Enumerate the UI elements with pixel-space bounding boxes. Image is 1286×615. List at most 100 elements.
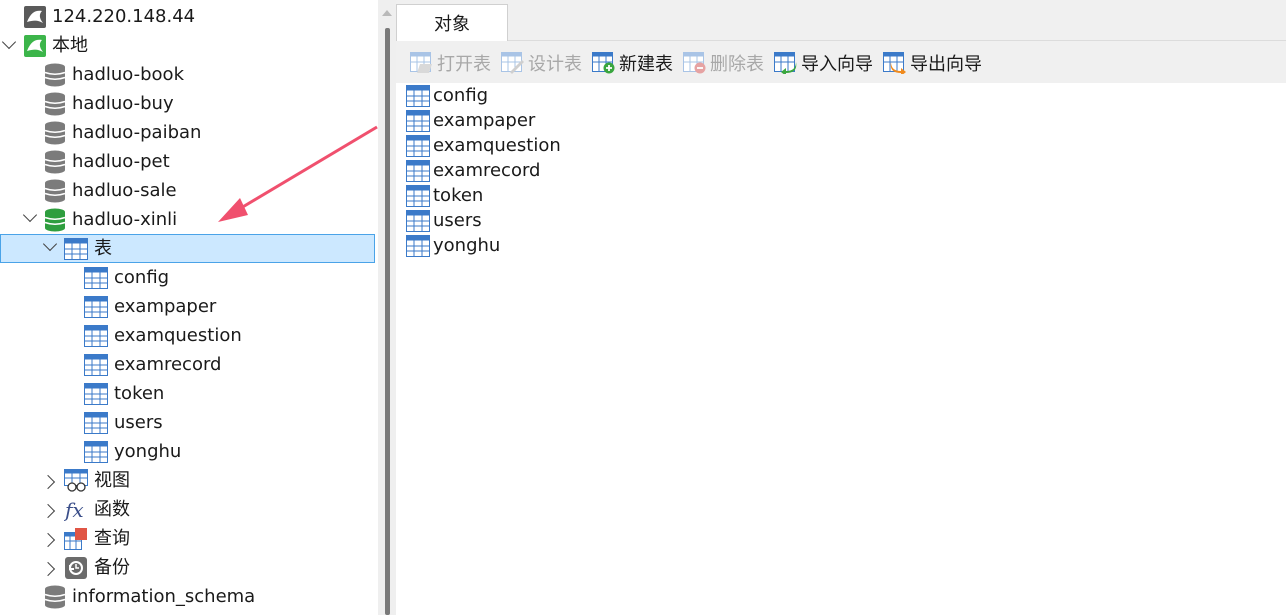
object-list-item[interactable]: token xyxy=(406,183,483,208)
tree-item-backups[interactable]: 备份 xyxy=(64,553,130,582)
chevron-down-icon[interactable] xyxy=(1,34,17,50)
object-label: config xyxy=(433,85,489,106)
tab-label: 对象 xyxy=(434,14,470,35)
tree-item-table[interactable]: examrecord xyxy=(84,350,221,379)
tree-item-label: 表 xyxy=(94,238,112,259)
chevron-right-icon[interactable] xyxy=(40,561,56,577)
database-icon xyxy=(44,150,66,174)
tree-item-database[interactable]: hadluo-paiban xyxy=(44,118,201,147)
object-list-item[interactable]: examquestion xyxy=(406,133,561,158)
table-icon xyxy=(84,382,108,405)
database-icon xyxy=(44,121,66,145)
tree-item-table[interactable]: config xyxy=(84,263,169,292)
database-icon xyxy=(44,208,66,232)
table-icon xyxy=(406,234,430,257)
button-label: 打开表 xyxy=(437,54,491,75)
tree-item-table[interactable]: examquestion xyxy=(84,321,242,350)
button-label: 设计表 xyxy=(528,54,582,75)
tree-item-label: hadluo-buy xyxy=(72,93,174,114)
table-icon xyxy=(84,440,108,463)
tree-item-label: 本地 xyxy=(52,35,88,56)
object-pane: 对象 打开表 设计表 新建表 删除表 导入向导 导出向导 config exam… xyxy=(396,0,1286,615)
object-list-item[interactable]: exampaper xyxy=(406,108,535,133)
import-wizard-button[interactable]: 导入向导 xyxy=(774,49,873,77)
tree-item-table[interactable]: exampaper xyxy=(84,292,216,321)
navigation-tree: 124.220.148.44 本地 hadluo-book hadluo-buy h… xyxy=(0,0,378,615)
tree-item-label: 124.220.148.44 xyxy=(52,6,196,27)
tree-item-queries[interactable]: 查询 xyxy=(64,524,130,553)
tree-item-table[interactable]: token xyxy=(84,379,164,408)
scroll-up-arrow-icon[interactable] xyxy=(382,10,392,16)
tree-item-table[interactable]: users xyxy=(84,408,163,437)
tree-item-label: 查询 xyxy=(94,528,130,549)
table-icon xyxy=(406,184,430,207)
tree-item-tables-label-row: 表 xyxy=(64,234,112,263)
database-icon xyxy=(44,179,66,203)
table-icon xyxy=(406,134,430,157)
tree-item-database[interactable]: hadluo-book xyxy=(44,60,184,89)
export-wizard-button[interactable]: 导出向导 xyxy=(883,49,982,77)
tree-item-database[interactable]: information_schema xyxy=(44,582,255,611)
function-icon: fx xyxy=(64,498,88,522)
tree-item-server-remote[interactable]: 124.220.148.44 xyxy=(24,2,195,31)
chevron-down-icon[interactable] xyxy=(22,207,38,223)
table-icon xyxy=(84,295,108,318)
table-icon xyxy=(84,266,108,289)
tree-item-label: config xyxy=(114,267,170,288)
tree-item-label: token xyxy=(114,383,165,404)
table-icon xyxy=(84,411,108,434)
tree-item-label: hadluo-xinli xyxy=(72,209,178,230)
tree-item-server-local[interactable]: 本地 xyxy=(24,31,88,60)
tree-item-tables[interactable] xyxy=(0,234,375,263)
scrollbar-thumb[interactable] xyxy=(385,28,390,615)
object-list-item[interactable]: config xyxy=(406,83,488,108)
svg-text:fx: fx xyxy=(64,498,84,522)
tree-item-table[interactable]: yonghu xyxy=(84,437,181,466)
chevron-right-icon[interactable] xyxy=(40,532,56,548)
button-label: 新建表 xyxy=(619,54,673,75)
object-label: yonghu xyxy=(433,235,501,256)
tree-item-label: information_schema xyxy=(72,586,256,607)
delete-table-icon xyxy=(683,52,707,74)
tree-item-label: users xyxy=(114,412,163,433)
import-icon xyxy=(774,52,798,74)
table-icon xyxy=(406,109,430,132)
object-label: exampaper xyxy=(433,110,536,131)
object-label: examquestion xyxy=(433,135,561,156)
query-icon xyxy=(64,527,88,551)
delete-table-button[interactable]: 删除表 xyxy=(683,49,764,77)
tree-item-label: examrecord xyxy=(114,354,222,375)
tree-item-functions[interactable]: fx 函数 xyxy=(64,495,130,524)
tree-item-database-open[interactable]: hadluo-xinli xyxy=(44,205,177,234)
open-table-button[interactable]: 打开表 xyxy=(410,49,491,77)
tree-item-database[interactable]: hadluo-buy xyxy=(44,89,174,118)
object-list-item[interactable]: yonghu xyxy=(406,233,500,258)
tree-scrollbar[interactable] xyxy=(378,0,396,615)
tab-objects[interactable]: 对象 xyxy=(396,4,508,41)
backup-icon xyxy=(64,556,88,580)
table-icon xyxy=(84,324,108,347)
chevron-right-icon[interactable] xyxy=(40,474,56,490)
tree-item-database[interactable]: hadluo-sale xyxy=(44,176,177,205)
table-icon xyxy=(406,159,430,182)
mysql-server-icon xyxy=(24,34,46,57)
tree-item-label: hadluo-book xyxy=(72,64,184,85)
chevron-right-icon[interactable] xyxy=(40,503,56,519)
tree-item-views[interactable]: 视图 xyxy=(64,466,130,495)
design-table-button[interactable]: 设计表 xyxy=(501,49,582,77)
object-label: users xyxy=(433,210,482,231)
export-icon xyxy=(883,52,907,74)
object-list-item[interactable]: users xyxy=(406,208,482,233)
tree-item-label: 视图 xyxy=(94,470,130,491)
button-label: 导入向导 xyxy=(801,54,873,75)
database-icon xyxy=(44,63,66,87)
table-icon xyxy=(406,84,430,107)
table-icon xyxy=(406,209,430,232)
tree-item-label: hadluo-paiban xyxy=(72,122,202,143)
tree-item-database[interactable]: hadluo-pet xyxy=(44,147,170,176)
new-table-button[interactable]: 新建表 xyxy=(592,49,673,77)
new-table-icon xyxy=(592,52,616,74)
tree-item-label: 函数 xyxy=(94,499,130,520)
object-list-item[interactable]: examrecord xyxy=(406,158,540,183)
mysql-server-icon xyxy=(24,5,46,28)
